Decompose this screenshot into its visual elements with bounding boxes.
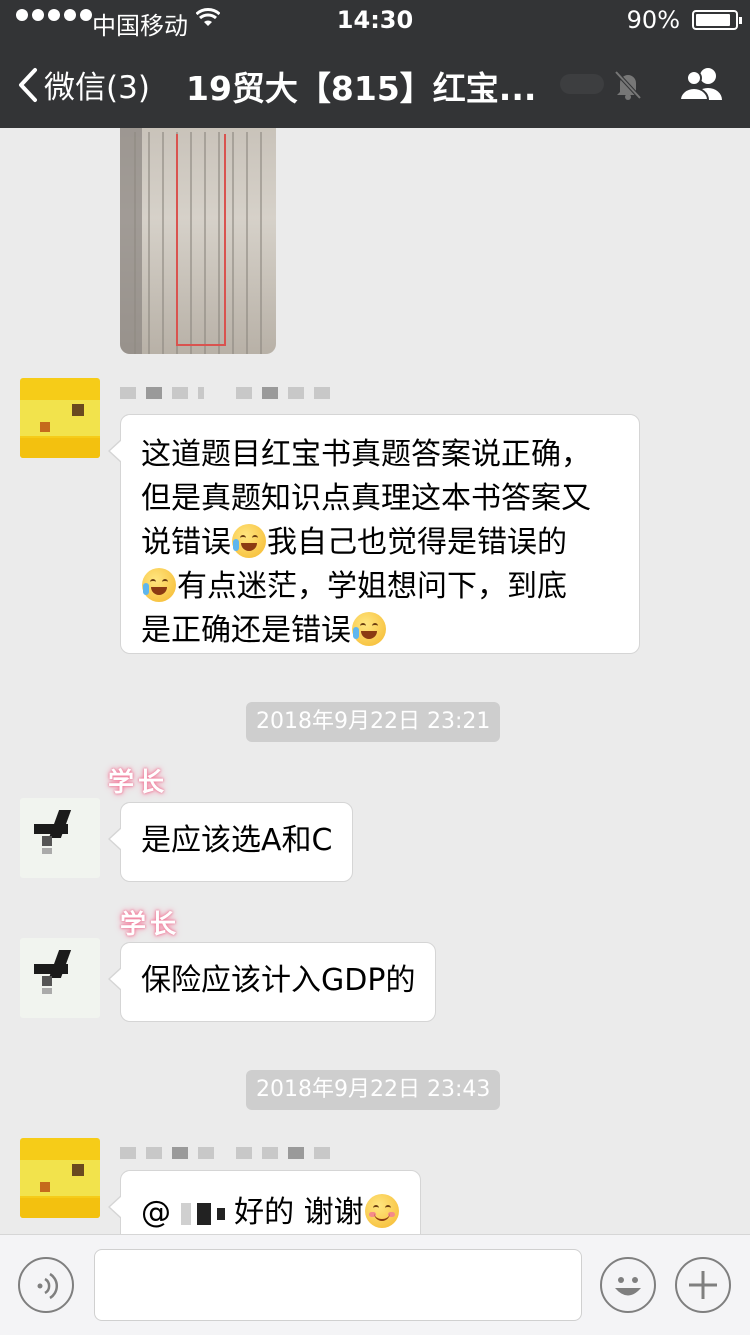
message-text: 有点迷茫，学姐想问下，到底 [177, 569, 567, 604]
more-button[interactable] [675, 1257, 731, 1313]
message-text: 保险应该计入GDP的 [141, 963, 416, 998]
sender-name: 学长 [120, 910, 181, 940]
back-button[interactable]: 微信(3) [18, 62, 150, 107]
message-text: 好的 谢谢 [234, 1195, 364, 1230]
message-text: 说错误 [141, 525, 231, 560]
chat-title: 19贸大【815】红宝... [186, 69, 537, 108]
nav-bar: 微信(3) 19贸大【815】红宝... [0, 40, 750, 128]
message-text: 但是真题知识点真理这本书答案又 [141, 481, 591, 516]
avatar[interactable] [20, 1138, 100, 1218]
message-bubble[interactable]: 这道题目红宝书真题答案说正确， 但是真题知识点真理这本书答案又 说错误 我自己也觉… [108, 414, 640, 654]
message-text: 是应该选A和C [141, 823, 333, 858]
plus-icon [689, 1271, 717, 1299]
chevron-left-icon [19, 67, 37, 102]
input-bar [0, 1234, 750, 1335]
top-bar: 中国移动 14:30 90% 微信(3) 19贸大【815】红宝... [0, 0, 750, 128]
bell-off-icon [614, 70, 642, 100]
image-message[interactable] [120, 128, 276, 354]
message-text: 这道题目红宝书真题答案说正确， [141, 437, 591, 472]
laugh-cry-emoji-icon [232, 524, 266, 558]
timestamp: 2018年9月22日 23:43 [246, 1070, 501, 1110]
voice-icon [37, 1272, 59, 1300]
emoji-icon [615, 1277, 641, 1296]
sender-name: 学长 [108, 768, 169, 798]
message-bubble[interactable]: 是应该选A和C [107, 802, 354, 882]
avatar[interactable] [20, 798, 100, 878]
message-text: 是正确还是错误 [141, 613, 351, 648]
back-label: 微信(3) [44, 70, 150, 106]
laugh-cry-emoji-icon [352, 612, 386, 646]
sender-name-blurred [120, 1138, 330, 1168]
mention-name-blurred [180, 1202, 225, 1225]
timestamp: 2018年9月22日 23:21 [246, 702, 501, 742]
message-input[interactable] [94, 1249, 582, 1321]
mention-at: @ [141, 1195, 171, 1230]
laugh-cry-emoji-icon [142, 568, 176, 602]
battery-percent: 90% [626, 6, 680, 34]
message-bubble[interactable]: 保险应该计入GDP的 [107, 942, 437, 1022]
blurred-title-tail [560, 74, 604, 94]
avatar[interactable] [20, 938, 100, 1018]
message-text: 我自己也觉得是错误的 [267, 525, 567, 560]
avatar[interactable] [20, 378, 100, 458]
status-bar: 中国移动 14:30 90% [0, 0, 750, 40]
message-bubble[interactable]: @ 好的 谢谢 [108, 1170, 421, 1234]
group-icon[interactable] [678, 64, 726, 104]
sender-name-blurred [120, 378, 330, 408]
emoji-button[interactable] [600, 1257, 656, 1313]
smile-emoji-icon [364, 1194, 399, 1228]
battery-icon [692, 10, 742, 30]
voice-button[interactable] [18, 1257, 74, 1313]
chat-area[interactable]: 这道题目红宝书真题答案说正确， 但是真题知识点真理这本书答案又 说错误 我自己也觉… [0, 128, 750, 1234]
